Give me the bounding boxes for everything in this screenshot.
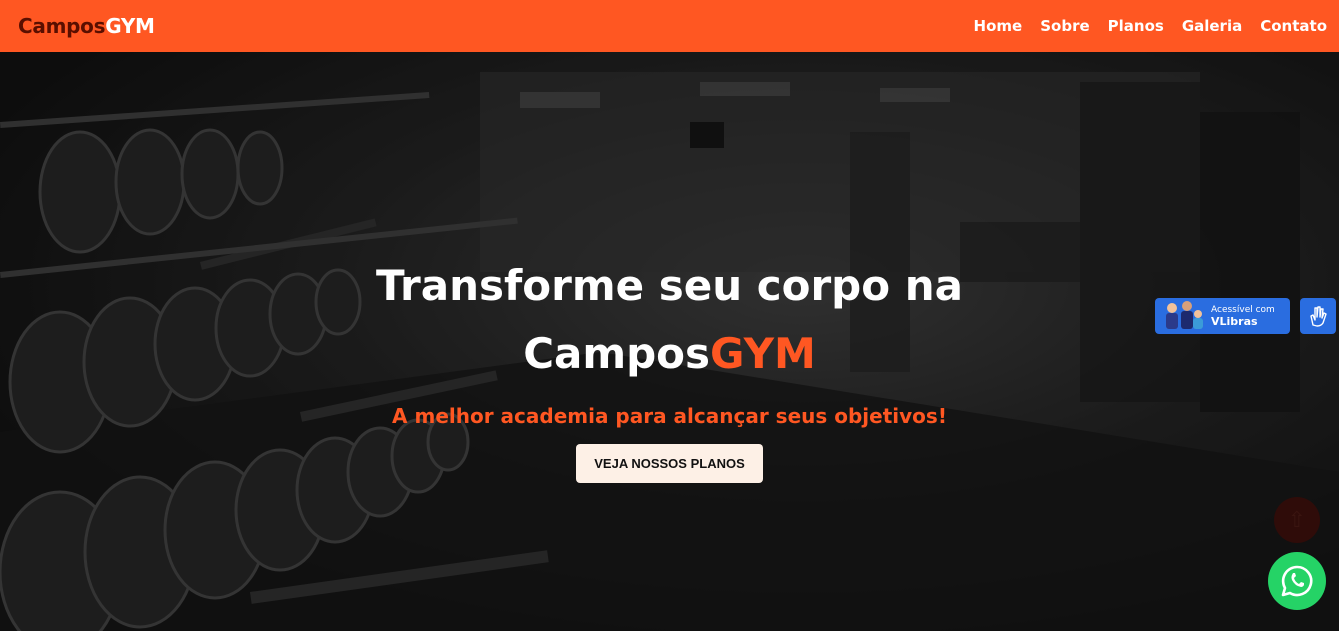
hero-section: Transforme seu corpo na CamposGYM A melh… — [0, 52, 1339, 631]
sign-language-hand-icon — [1310, 306, 1327, 327]
vlibras-widget: Acessível com VLibras — [1155, 298, 1336, 334]
see-plans-button[interactable]: VEJA NOSSOS PLANOS — [576, 444, 763, 483]
whatsapp-icon — [1281, 565, 1313, 597]
hero-subtitle: A melhor academia para alcançar seus obj… — [392, 404, 947, 428]
sign-language-hand-button[interactable] — [1300, 298, 1336, 334]
navbar: CamposGYM Home Sobre Planos Galeria Cont… — [0, 0, 1339, 52]
nav-link-galeria[interactable]: Galeria — [1182, 17, 1242, 35]
hero-title-brand-part2: GYM — [710, 329, 816, 378]
logo-part-campos: Campos — [18, 14, 106, 38]
nav-links: Home Sobre Planos Galeria Contato — [974, 17, 1327, 35]
vlibras-badge[interactable]: Acessível com VLibras — [1155, 298, 1290, 334]
whatsapp-button[interactable] — [1268, 552, 1326, 610]
vlibras-big-text: VLibras — [1211, 315, 1258, 328]
vlibras-avatars-icon — [1166, 301, 1203, 329]
hero-title-brand-part1: Campos — [523, 329, 711, 378]
arrow-up-icon: ⇧ — [1287, 507, 1307, 533]
nav-link-sobre[interactable]: Sobre — [1040, 17, 1089, 35]
logo-part-gym: GYM — [105, 14, 155, 38]
site-logo[interactable]: CamposGYM — [18, 14, 155, 38]
hero-title: Transforme seu corpo na CamposGYM — [350, 252, 990, 388]
nav-link-home[interactable]: Home — [974, 17, 1023, 35]
vlibras-text: Acessível com VLibras — [1211, 304, 1275, 328]
scroll-to-top-button[interactable]: ⇧ — [1274, 497, 1320, 543]
nav-link-contato[interactable]: Contato — [1260, 17, 1327, 35]
nav-link-planos[interactable]: Planos — [1108, 17, 1164, 35]
hero-title-line: Transforme seu corpo na — [376, 261, 963, 310]
hero-content: Transforme seu corpo na CamposGYM A melh… — [0, 52, 1339, 631]
